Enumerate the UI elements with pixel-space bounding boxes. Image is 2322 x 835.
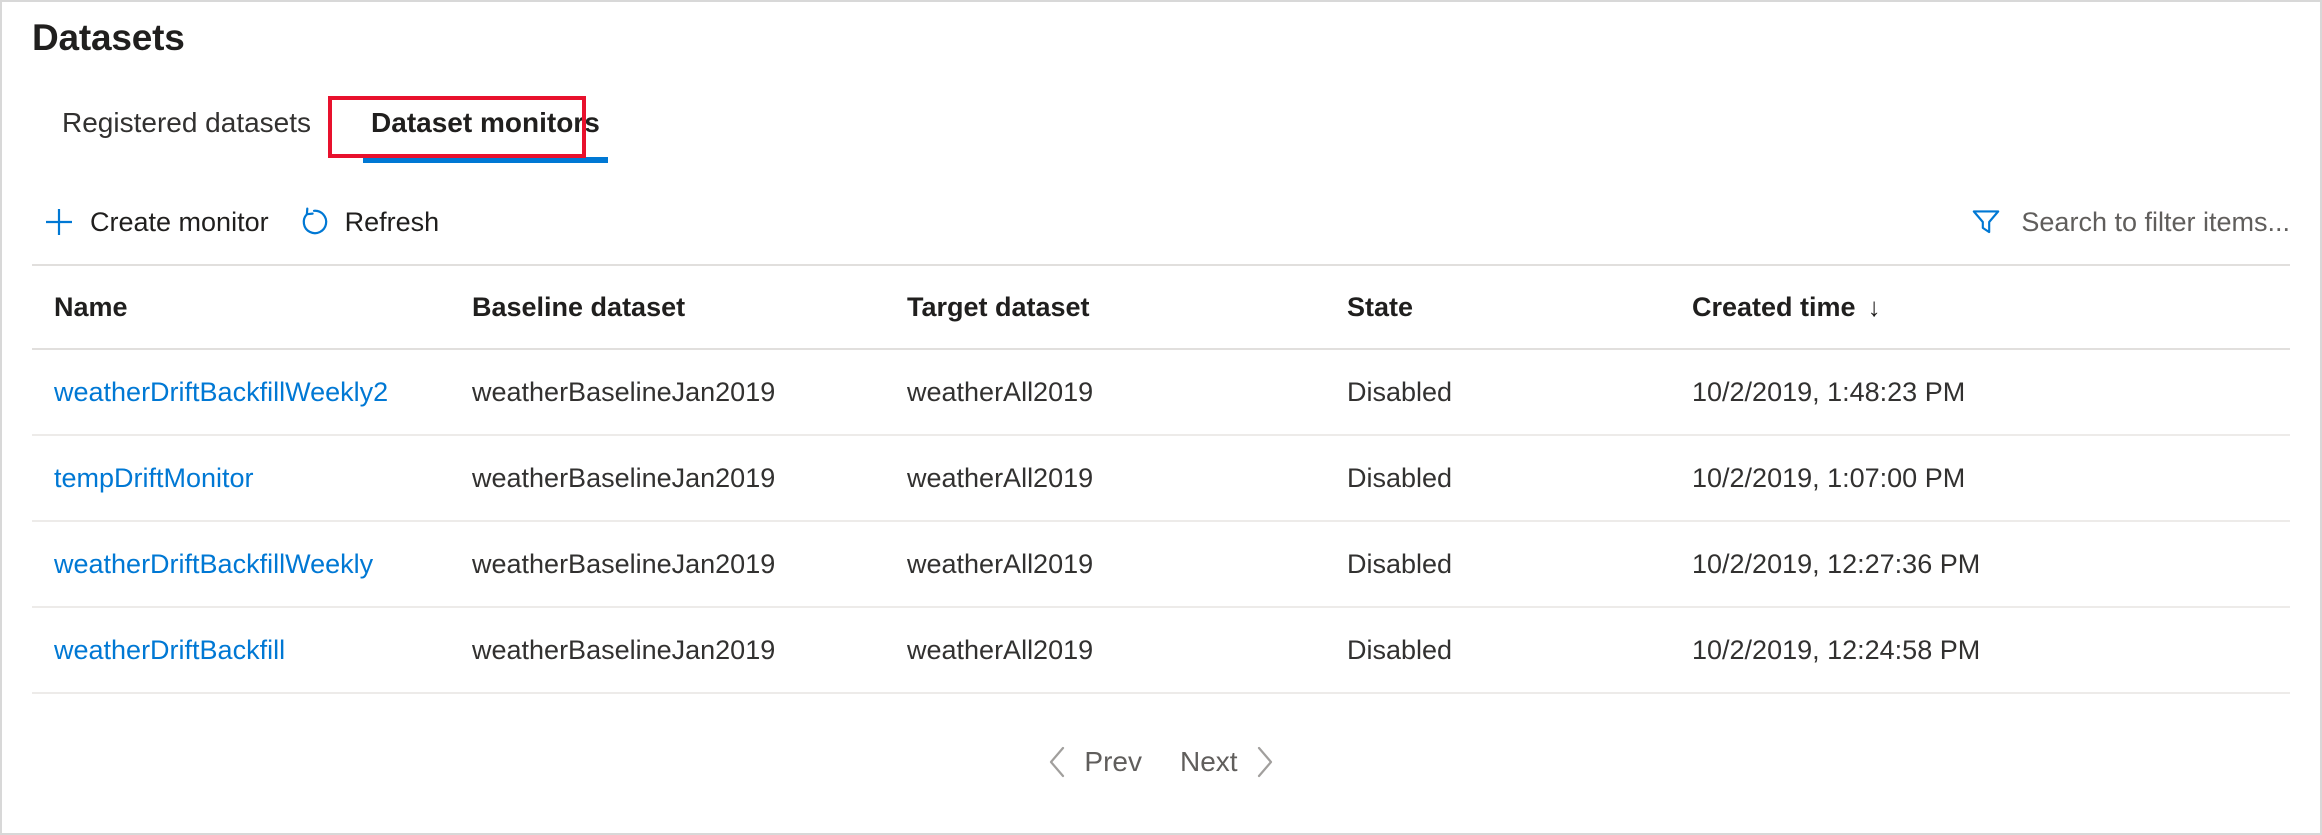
monitor-name-link[interactable]: weatherDriftBackfillWeekly: [54, 549, 373, 579]
monitor-name-cell: weatherDriftBackfillWeekly: [32, 549, 472, 580]
state-cell: Disabled: [1347, 635, 1692, 666]
monitor-name-cell: tempDriftMonitor: [32, 463, 472, 494]
column-header-state[interactable]: State: [1347, 292, 1692, 323]
column-header-baseline-dataset[interactable]: Baseline dataset: [472, 292, 907, 323]
table-row[interactable]: weatherDriftBackfillWeekly weatherBaseli…: [32, 522, 2290, 608]
sort-descending-icon: ↓: [1868, 292, 1881, 323]
create-monitor-button[interactable]: Create monitor: [28, 199, 283, 245]
tab-registered-datasets[interactable]: Registered datasets: [32, 99, 341, 154]
target-dataset-cell: weatherAll2019: [907, 377, 1347, 408]
page-title: Datasets: [32, 17, 185, 59]
command-bar: Create monitor Refresh Search to filter …: [2, 184, 2320, 260]
target-dataset-cell: weatherAll2019: [907, 549, 1347, 580]
next-page-label: Next: [1180, 746, 1238, 778]
monitor-name-link[interactable]: tempDriftMonitor: [54, 463, 254, 493]
monitor-name-cell: weatherDriftBackfillWeekly2: [32, 377, 472, 408]
target-dataset-cell: weatherAll2019: [907, 635, 1347, 666]
created-time-cell: 10/2/2019, 12:24:58 PM: [1692, 635, 2172, 666]
created-time-cell: 10/2/2019, 12:27:36 PM: [1692, 549, 2172, 580]
refresh-button[interactable]: Refresh: [283, 199, 454, 245]
column-header-name[interactable]: Name: [32, 292, 472, 323]
tab-dataset-monitors[interactable]: Dataset monitors: [341, 99, 630, 154]
baseline-dataset-cell: weatherBaselineJan2019: [472, 463, 907, 494]
table-row[interactable]: weatherDriftBackfillWeekly2 weatherBasel…: [32, 350, 2290, 436]
refresh-label: Refresh: [345, 207, 440, 238]
column-header-created-time-label: Created time: [1692, 292, 1856, 322]
baseline-dataset-cell: weatherBaselineJan2019: [472, 377, 907, 408]
tab-list: Registered datasets Dataset monitors: [32, 99, 630, 161]
table-row[interactable]: tempDriftMonitor weatherBaselineJan2019 …: [32, 436, 2290, 522]
state-cell: Disabled: [1347, 463, 1692, 494]
search-filter-placeholder: Search to filter items...: [2021, 207, 2290, 238]
column-header-created-time[interactable]: Created time ↓: [1692, 292, 2172, 323]
search-filter[interactable]: Search to filter items...: [1969, 205, 2320, 239]
created-time-cell: 10/2/2019, 1:48:23 PM: [1692, 377, 2172, 408]
plus-icon: [42, 205, 76, 239]
pagination: Prev Next: [2, 737, 2320, 787]
column-header-target-dataset[interactable]: Target dataset: [907, 292, 1347, 323]
monitor-name-cell: weatherDriftBackfill: [32, 635, 472, 666]
table-header-row: Name Baseline dataset Target dataset Sta…: [32, 266, 2290, 350]
prev-page-label: Prev: [1084, 746, 1142, 778]
created-time-cell: 10/2/2019, 1:07:00 PM: [1692, 463, 2172, 494]
table-row[interactable]: weatherDriftBackfill weatherBaselineJan2…: [32, 608, 2290, 694]
monitor-name-link[interactable]: weatherDriftBackfillWeekly2: [54, 377, 388, 407]
prev-page-button[interactable]: Prev: [1030, 737, 1156, 787]
filter-icon: [1969, 205, 2003, 239]
next-page-button[interactable]: Next: [1166, 737, 1292, 787]
create-monitor-label: Create monitor: [90, 207, 269, 238]
baseline-dataset-cell: weatherBaselineJan2019: [472, 549, 907, 580]
baseline-dataset-cell: weatherBaselineJan2019: [472, 635, 907, 666]
refresh-icon: [297, 205, 331, 239]
target-dataset-cell: weatherAll2019: [907, 463, 1347, 494]
state-cell: Disabled: [1347, 377, 1692, 408]
tab-label: Registered datasets: [62, 107, 311, 138]
datasets-page: Datasets Registered datasets Dataset mon…: [0, 0, 2322, 835]
command-bar-actions: Create monitor Refresh: [2, 199, 453, 245]
tab-label: Dataset monitors: [371, 107, 600, 138]
chevron-right-icon: [1252, 745, 1278, 779]
monitors-table: Name Baseline dataset Target dataset Sta…: [32, 264, 2290, 694]
chevron-left-icon: [1044, 745, 1070, 779]
monitor-name-link[interactable]: weatherDriftBackfill: [54, 635, 285, 665]
state-cell: Disabled: [1347, 549, 1692, 580]
